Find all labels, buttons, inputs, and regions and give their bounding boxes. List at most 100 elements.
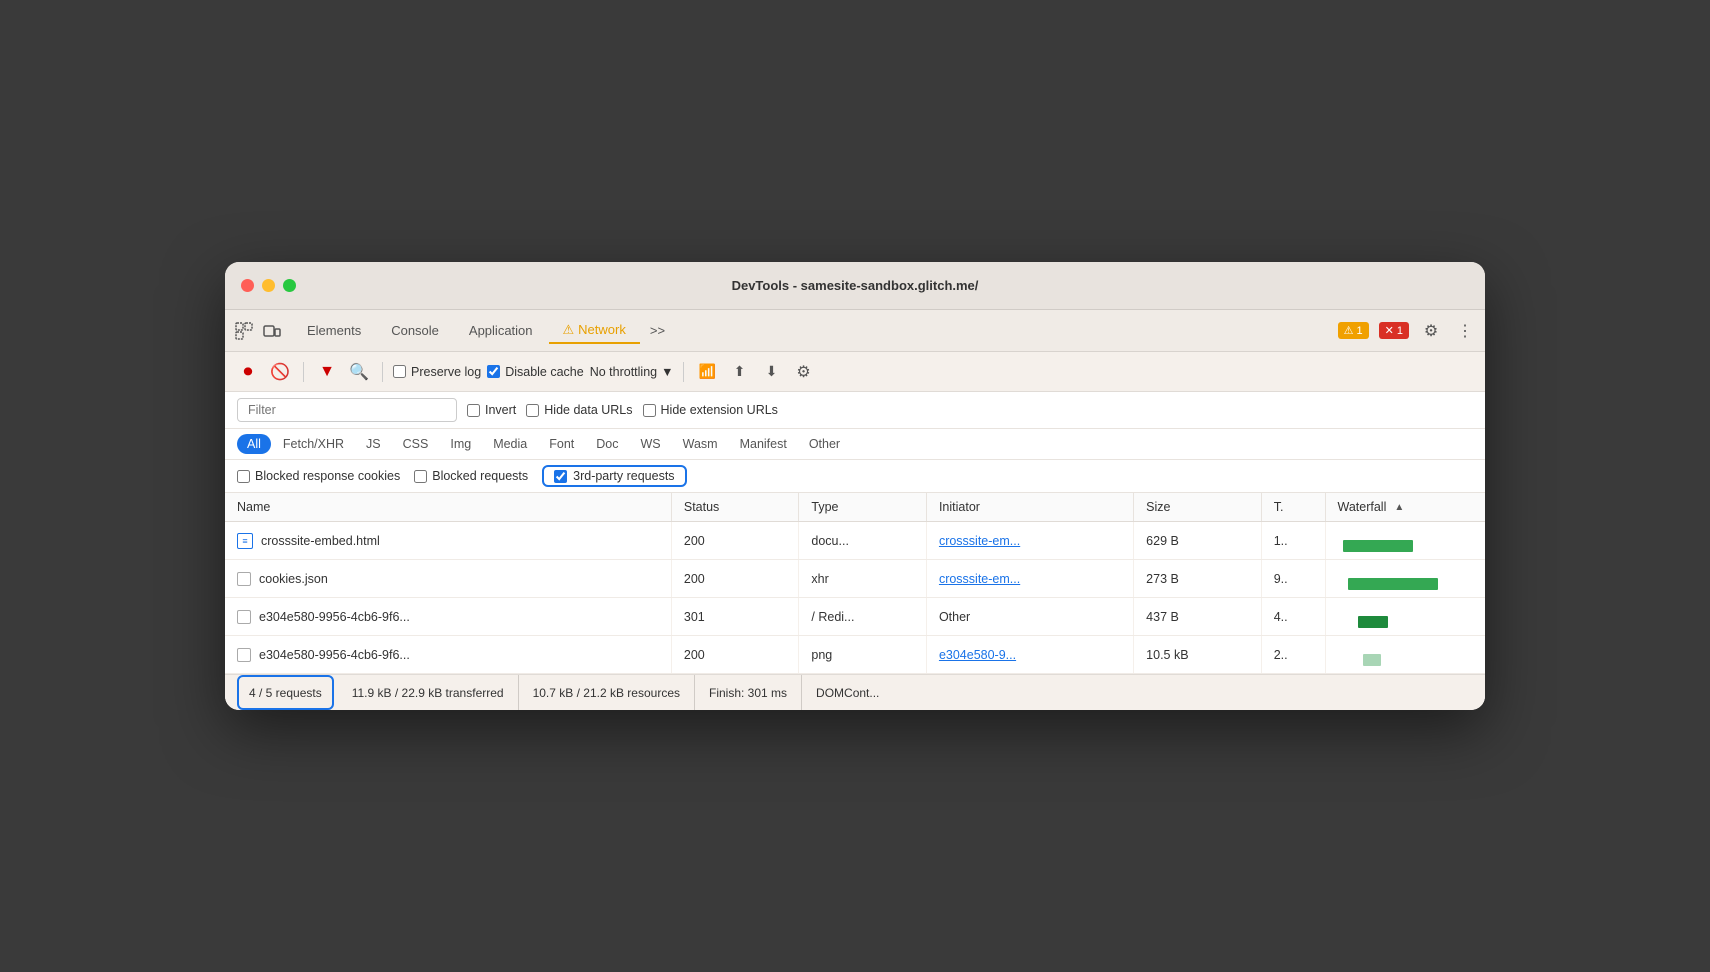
stop-recording-button[interactable]: ⏺ <box>235 359 261 385</box>
finish-text: Finish: 301 ms <box>709 686 787 700</box>
row2-name[interactable]: cookies.json <box>225 560 671 598</box>
more-options-icon[interactable]: ⋮ <box>1453 319 1477 343</box>
row2-initiator[interactable]: crosssite-em... <box>926 560 1133 598</box>
third-party-requests-check[interactable]: 3rd-party requests <box>542 465 686 487</box>
row1-initiator[interactable]: crosssite-em... <box>926 522 1133 560</box>
error-badge[interactable]: ✕ 1 <box>1379 322 1409 339</box>
hide-data-urls-checkbox[interactable] <box>526 404 539 417</box>
row1-name[interactable]: ≡ crosssite-embed.html <box>225 522 671 560</box>
warning-badge[interactable]: ⚠ 1 <box>1338 322 1369 339</box>
row1-time: 1.. <box>1261 522 1325 560</box>
invert-check[interactable]: Invert <box>467 403 516 417</box>
preserve-log-check[interactable]: Preserve log <box>393 365 481 379</box>
blocked-requests-check[interactable]: Blocked requests <box>414 469 528 483</box>
col-time[interactable]: T. <box>1261 493 1325 522</box>
table-row[interactable]: e304e580-9956-4cb6-9f6... 301 / Redi... … <box>225 598 1485 636</box>
row4-name[interactable]: e304e580-9956-4cb6-9f6... <box>225 636 671 674</box>
tab-elements[interactable]: Elements <box>293 319 375 342</box>
row3-status: 301 <box>671 598 799 636</box>
traffic-lights <box>241 279 296 292</box>
row1-status: 200 <box>671 522 799 560</box>
col-waterfall[interactable]: Waterfall ▲ <box>1325 493 1485 522</box>
blocked-response-cookies-check[interactable]: Blocked response cookies <box>237 469 400 483</box>
table-row[interactable]: cookies.json 200 xhr crosssite-em... 273… <box>225 560 1485 598</box>
tab-more[interactable]: >> <box>642 319 673 342</box>
type-filter-wasm[interactable]: Wasm <box>673 434 728 454</box>
disable-cache-check[interactable]: Disable cache <box>487 365 584 379</box>
plain-icon <box>237 648 251 662</box>
domcontent-segment: DOMCont... <box>802 675 893 710</box>
row2-type: xhr <box>799 560 927 598</box>
row4-initiator[interactable]: e304e580-9... <box>926 636 1133 674</box>
requests-segment: 4 / 5 requests <box>237 675 334 710</box>
transferred-segment: 11.9 kB / 22.9 kB transferred <box>338 675 519 710</box>
row3-time: 4.. <box>1261 598 1325 636</box>
row1-size: 629 B <box>1134 522 1262 560</box>
table-row[interactable]: ≡ crosssite-embed.html 200 docu... cross… <box>225 522 1485 560</box>
inspect-icon[interactable] <box>233 320 255 342</box>
network-warning-icon: ⚠ <box>563 322 575 337</box>
error-count: 1 <box>1397 325 1403 337</box>
transferred-text: 11.9 kB / 22.9 kB transferred <box>352 686 504 700</box>
type-filter-img[interactable]: Img <box>440 434 481 454</box>
hide-ext-urls-checkbox[interactable] <box>643 404 656 417</box>
hide-data-urls-check[interactable]: Hide data URLs <box>526 403 632 417</box>
throttle-label: No throttling <box>590 365 657 379</box>
type-filter-all[interactable]: All <box>237 434 271 454</box>
filter-icon[interactable]: ▼ <box>314 359 340 385</box>
blocked-row: Blocked response cookies Blocked request… <box>225 460 1485 493</box>
col-type[interactable]: Type <box>799 493 927 522</box>
col-initiator[interactable]: Initiator <box>926 493 1133 522</box>
hide-ext-urls-check[interactable]: Hide extension URLs <box>643 403 778 417</box>
hide-ext-urls-label: Hide extension URLs <box>661 403 778 417</box>
window-title: DevTools - samesite-sandbox.glitch.me/ <box>732 278 979 293</box>
maximize-button[interactable] <box>283 279 296 292</box>
minimize-button[interactable] <box>262 279 275 292</box>
disable-cache-checkbox[interactable] <box>487 365 500 378</box>
tab-bar: Elements Console Application ⚠Network >>… <box>225 310 1485 352</box>
type-filter-js[interactable]: JS <box>356 434 391 454</box>
plain-icon <box>237 572 251 586</box>
type-filter-doc[interactable]: Doc <box>586 434 628 454</box>
row3-initiator: Other <box>926 598 1133 636</box>
col-size[interactable]: Size <box>1134 493 1262 522</box>
blocked-response-cookies-checkbox[interactable] <box>237 470 250 483</box>
domcontent-text: DOMCont... <box>816 686 879 700</box>
tab-application[interactable]: Application <box>455 319 547 342</box>
tab-console[interactable]: Console <box>377 319 453 342</box>
blocked-requests-label: Blocked requests <box>432 469 528 483</box>
upload-icon[interactable]: ⬆ <box>726 359 752 385</box>
type-filter-css[interactable]: CSS <box>393 434 439 454</box>
row3-name[interactable]: e304e580-9956-4cb6-9f6... <box>225 598 671 636</box>
table-row[interactable]: e304e580-9956-4cb6-9f6... 200 png e304e5… <box>225 636 1485 674</box>
type-filter-media[interactable]: Media <box>483 434 537 454</box>
search-icon[interactable]: 🔍 <box>346 359 372 385</box>
type-filter-ws[interactable]: WS <box>630 434 670 454</box>
blocked-requests-checkbox[interactable] <box>414 470 427 483</box>
type-filter-other[interactable]: Other <box>799 434 850 454</box>
toolbar-divider-2 <box>382 362 383 382</box>
download-icon[interactable]: ⬇ <box>758 359 784 385</box>
col-status[interactable]: Status <box>671 493 799 522</box>
settings-gear-icon[interactable]: ⚙ <box>1419 319 1443 343</box>
row3-type: / Redi... <box>799 598 927 636</box>
type-filter-font[interactable]: Font <box>539 434 584 454</box>
wifi-icon[interactable]: 📶 <box>694 359 720 385</box>
disable-cache-label: Disable cache <box>505 365 584 379</box>
invert-checkbox[interactable] <box>467 404 480 417</box>
filter-input[interactable] <box>237 398 457 422</box>
third-party-requests-checkbox[interactable] <box>554 470 567 483</box>
tab-network[interactable]: ⚠Network <box>549 318 640 344</box>
preserve-log-checkbox[interactable] <box>393 365 406 378</box>
clear-button[interactable]: 🚫 <box>267 359 293 385</box>
throttle-select[interactable]: No throttling ▼ <box>590 365 674 379</box>
network-settings-icon[interactable]: ⚙ <box>790 359 816 385</box>
row2-waterfall <box>1325 560 1485 598</box>
waterfall-sort-icon: ▲ <box>1394 502 1404 513</box>
device-toggle-icon[interactable] <box>261 320 283 342</box>
col-name[interactable]: Name <box>225 493 671 522</box>
type-filter-manifest[interactable]: Manifest <box>730 434 797 454</box>
preserve-log-label: Preserve log <box>411 365 481 379</box>
close-button[interactable] <box>241 279 254 292</box>
type-filter-fetch[interactable]: Fetch/XHR <box>273 434 354 454</box>
